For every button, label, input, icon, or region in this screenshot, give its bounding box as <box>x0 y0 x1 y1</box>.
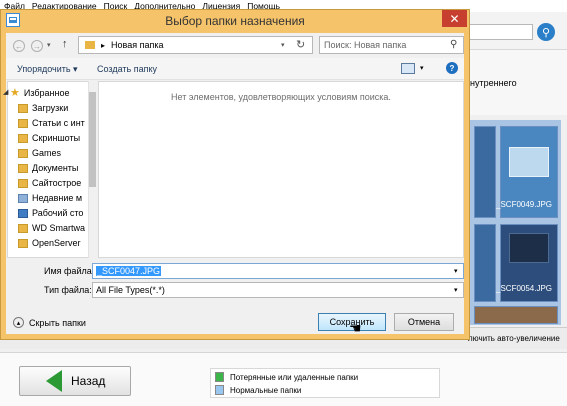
sidebar-item-downloads[interactable]: Загрузки <box>18 101 68 115</box>
collapse-arrow-icon[interactable]: ◢ <box>3 88 8 96</box>
hide-folders-toggle[interactable]: ▴ Скрыть папки <box>13 317 86 328</box>
close-icon[interactable]: ✕ <box>442 10 467 27</box>
photo-preview <box>509 147 549 177</box>
folder-icon <box>18 163 28 173</box>
legend-item: Нормальные папки <box>215 385 301 395</box>
lost-folder-swatch <box>215 372 224 382</box>
folder-icon <box>18 223 28 233</box>
filename-label: Имя файла: <box>44 266 95 276</box>
view-dropdown-icon[interactable]: ▾ <box>420 64 424 72</box>
breadcrumb-separator-icon[interactable]: ▸ <box>101 41 105 50</box>
sidebar-item-label: Избранное <box>23 87 70 98</box>
breadcrumb[interactable]: Новая папка <box>111 40 163 50</box>
dialog-title: Выбор папки назначения <box>165 14 305 28</box>
address-dropdown-icon[interactable]: ▾ <box>281 41 285 49</box>
history-dropdown-icon[interactable]: ▾ <box>47 41 51 49</box>
filetype-select[interactable]: All File Types(*.*) <box>92 282 464 298</box>
filetype-label: Тип файла: <box>44 285 92 295</box>
app-ribbon-label: нутреннего <box>470 78 517 88</box>
sidebar-item-favorites[interactable]: ★ Избранное <box>10 86 70 99</box>
desktop-icon <box>18 208 28 218</box>
file-list[interactable] <box>98 81 464 258</box>
nav-forward-icon[interactable]: → <box>31 40 43 52</box>
folder-icon <box>18 238 28 248</box>
auto-zoom-checkbox-label[interactable]: лючить авто-увеличение <box>468 334 560 343</box>
thumbnail-label: _SCF0049.JPG <box>496 200 553 209</box>
search-icon[interactable]: ⚲ <box>450 39 457 50</box>
folder-icon <box>18 148 28 158</box>
organize-menu-button[interactable]: Упорядочить ▾ <box>17 64 78 75</box>
sidebar-item-label: Статьи с инт <box>32 118 85 128</box>
sidebar-item-label: Games <box>32 148 62 158</box>
address-bar[interactable]: ▸ Новая папка <box>78 36 313 54</box>
sidebar-item-label: Скриншоты <box>32 133 81 143</box>
back-button[interactable]: Назад <box>19 366 131 396</box>
sidebar-item-wd-smartware[interactable]: WD Smartwa <box>18 221 85 235</box>
thumbnail-partial[interactable] <box>474 126 496 218</box>
sidebar-item-recent[interactable]: Недавние м <box>18 191 82 205</box>
sidebar-item-documents[interactable]: Документы <box>18 161 78 175</box>
app-search-icon[interactable]: ⚲ <box>537 23 555 41</box>
view-options-icon[interactable] <box>401 63 415 74</box>
mouse-cursor-icon: ☚ <box>349 320 362 336</box>
star-icon: ★ <box>10 87 20 99</box>
sidebar-item-site-builder[interactable]: Сайтострое <box>18 176 81 190</box>
sidebar-item-articles[interactable]: Статьи с инт <box>18 116 85 130</box>
sidebar-item-label: Сайтострое <box>32 178 82 188</box>
back-arrow-icon <box>46 370 62 392</box>
help-icon[interactable]: ? <box>446 62 458 74</box>
up-arrow-icon[interactable]: ↑ <box>62 38 68 50</box>
filetype-dropdown-icon[interactable]: ▾ <box>454 286 458 294</box>
filename-dropdown-icon[interactable]: ▾ <box>454 267 458 275</box>
photo-preview <box>509 233 549 263</box>
thumbnail-panel: _SCF0049.JPG _SCF0054.JPG <box>470 120 561 325</box>
folder-legend: Потерянные или удаленные папки Нормальны… <box>210 368 440 398</box>
hide-folders-label: Скрыть папки <box>29 317 86 328</box>
folder-icon <box>85 41 95 49</box>
new-folder-button[interactable]: Создать папку <box>97 64 157 74</box>
normal-folder-swatch <box>215 385 224 395</box>
sidebar-item-games[interactable]: Games <box>18 146 61 160</box>
thumbnail-partial[interactable] <box>474 224 496 302</box>
folder-icon <box>18 103 28 113</box>
sidebar-item-label: WD Smartwa <box>32 223 86 233</box>
sidebar-item-label: Загрузки <box>32 103 69 113</box>
sidebar-item-label: Рабочий сто <box>32 208 84 218</box>
legend-label: Нормальные папки <box>230 385 302 395</box>
legend-item: Потерянные или удаленные папки <box>215 372 358 382</box>
folder-icon <box>18 133 28 143</box>
cancel-button[interactable]: Отмена <box>394 313 454 331</box>
tree-scrollbar-thumb[interactable] <box>89 92 96 187</box>
filename-input[interactable]: _SCF0047.JPG <box>92 263 464 279</box>
filename-value: _SCF0047.JPG <box>96 266 162 276</box>
thumbnail-partial[interactable] <box>474 306 558 324</box>
app-search-input[interactable] <box>468 24 533 40</box>
refresh-icon[interactable]: ↻ <box>296 38 305 51</box>
folder-icon <box>18 118 28 128</box>
sidebar-item-openserver[interactable]: OpenServer <box>18 236 81 250</box>
folder-icon <box>18 178 28 188</box>
search-input[interactable]: Поиск: Новая папка <box>319 36 464 54</box>
sidebar-item-label: Документы <box>32 163 79 173</box>
recent-places-icon <box>18 193 28 203</box>
nav-back-icon[interactable]: ← <box>13 40 25 52</box>
chevron-up-icon: ▴ <box>13 317 24 328</box>
sidebar-item-desktop[interactable]: Рабочий сто <box>18 206 83 220</box>
back-button-label: Назад <box>71 374 106 388</box>
legend-label: Потерянные или удаленные папки <box>230 372 359 382</box>
sidebar-item-label: Недавние м <box>32 193 83 203</box>
sidebar-item-label: OpenServer <box>32 238 81 248</box>
sidebar-item-screenshots[interactable]: Скриншоты <box>18 131 80 145</box>
empty-message: Нет элементов, удовлетворяющих условиям … <box>171 92 391 102</box>
thumbnail-label: _SCF0054.JPG <box>496 284 553 293</box>
